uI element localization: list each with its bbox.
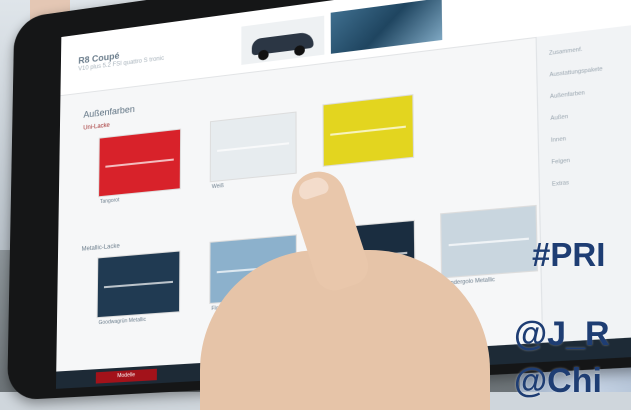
color-swatch[interactable] — [209, 111, 297, 183]
swatch-label: Tangorot — [99, 197, 120, 206]
swatch-label: Weiß — [211, 182, 224, 191]
car-interior-thumbnail[interactable] — [330, 0, 443, 54]
sidebar-item[interactable]: Ausstattungspakete — [549, 66, 602, 79]
overlay-hashtag: #PRI — [532, 236, 606, 273]
sidebar-item[interactable]: Felgen — [551, 158, 570, 166]
color-swatch[interactable] — [440, 204, 539, 279]
group-label-solid: Uni-Lacke — [83, 122, 110, 132]
group-label-metallic: Metallic-Lacke — [81, 243, 120, 253]
sidebar-item[interactable]: Extras — [552, 180, 569, 188]
configurator-sidebar: Zusammenf. Ausstattungspakete Außenfarbe… — [535, 22, 631, 363]
color-swatch[interactable] — [96, 250, 181, 319]
overlay-handle-1: @J_R — [514, 315, 610, 353]
sidebar-item[interactable]: Außenfarben — [550, 90, 585, 100]
sidebar-item[interactable]: Innen — [551, 136, 566, 144]
sidebar-item[interactable]: Zusammenf. — [549, 47, 583, 57]
sidebar-item[interactable]: Außen — [550, 114, 568, 122]
overlay-handle-2: @Chi — [514, 362, 602, 400]
color-swatch[interactable] — [98, 128, 182, 198]
car-exterior-thumbnail[interactable] — [241, 15, 325, 65]
models-button[interactable]: Modelle — [95, 368, 157, 384]
section-title: Außenfarben — [83, 103, 135, 120]
color-swatch[interactable] — [322, 94, 415, 167]
